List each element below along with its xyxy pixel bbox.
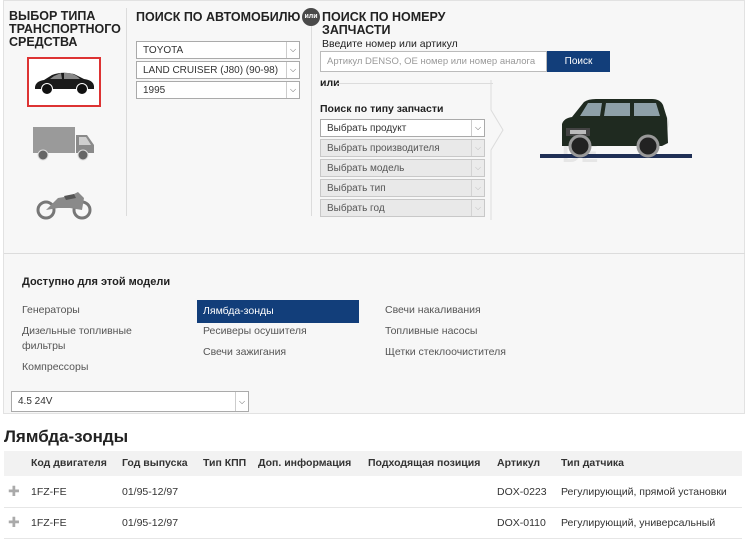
col-sensor-type: Тип датчика bbox=[561, 457, 625, 469]
engine-select-value: 4.5 24V bbox=[18, 396, 53, 407]
by-auto-title: ПОИСК ПО АВТОМОБИЛЮ bbox=[136, 10, 301, 24]
column-divider bbox=[126, 8, 127, 216]
chevron-down-icon: ⌵ bbox=[471, 200, 484, 216]
vehicle-type-motorcycle-button[interactable] bbox=[27, 178, 101, 228]
chevron-down-icon: ⌵ bbox=[286, 42, 299, 58]
col-year: Год выпуска bbox=[122, 457, 188, 469]
year-select[interactable]: 1995 ⌵ bbox=[136, 81, 300, 99]
model-type-select[interactable]: Выбрать модель ⌵ bbox=[320, 159, 485, 177]
model-select[interactable]: LAND CRUISER (J80) (90-98) ⌵ bbox=[136, 61, 300, 79]
make-select-value: TOYOTA bbox=[143, 45, 184, 56]
make-select[interactable]: TOYOTA ⌵ bbox=[136, 41, 300, 59]
cell-article[interactable]: DOX-0223 bbox=[497, 486, 547, 498]
model-select-value: LAND CRUISER (J80) (90-98) bbox=[143, 65, 279, 76]
cell-years: 01/95-12/97 bbox=[122, 517, 179, 529]
category-spark-plugs[interactable]: Свечи зажигания bbox=[203, 345, 286, 360]
col-article: Артикул bbox=[497, 457, 541, 469]
part-number-search-input[interactable]: Артикул DENSO, OE номер или номер аналог… bbox=[320, 51, 547, 72]
panel-arrow-divider bbox=[490, 80, 504, 220]
cell-sensor-type: Регулирующий, универсальный bbox=[561, 517, 716, 529]
vehicle-type-car-button[interactable] bbox=[27, 57, 101, 107]
col-position: Подходящая позиция bbox=[368, 457, 481, 469]
motorcycle-icon bbox=[36, 192, 92, 220]
table-row[interactable]: ✚ 1FZ-FE 01/95-12/97 DOX-0223 Регулирующ… bbox=[4, 477, 742, 508]
manufacturer-select-value: Выбрать производителя bbox=[327, 143, 440, 154]
category-lambda-sensors[interactable]: Лямбда-зонды bbox=[197, 300, 359, 323]
type-select-value: Выбрать тип bbox=[327, 183, 386, 194]
vehicle-type-title-line-3: СРЕДСТВА bbox=[9, 35, 78, 49]
chevron-down-icon: ⌵ bbox=[235, 392, 248, 411]
truck-icon bbox=[33, 127, 94, 161]
table-header: Код двигателя Год выпуска Тип КПП Доп. и… bbox=[4, 451, 742, 476]
by-part-type-title: Поиск по типу запчасти bbox=[320, 103, 444, 115]
cell-engine: 1FZ-FE bbox=[31, 517, 67, 529]
engine-select[interactable]: 4.5 24V ⌵ bbox=[11, 391, 249, 412]
available-title: Доступно для этой модели bbox=[22, 276, 171, 288]
category-receiver-driers[interactable]: Ресиверы осушителя bbox=[203, 324, 307, 339]
col-gearbox: Тип КПП bbox=[203, 457, 247, 469]
expand-plus-icon[interactable]: ✚ bbox=[8, 514, 20, 531]
chevron-down-icon: ⌵ bbox=[471, 160, 484, 176]
panel-divider bbox=[4, 253, 745, 254]
category-glow-plugs[interactable]: Свечи накаливания bbox=[385, 303, 481, 318]
cell-article[interactable]: DOX-0110 bbox=[497, 517, 546, 529]
category-wiper-blades[interactable]: Щетки стеклоочистителя bbox=[385, 345, 506, 360]
expand-plus-icon[interactable]: ✚ bbox=[8, 483, 20, 500]
model-type-select-value: Выбрать модель bbox=[327, 163, 405, 174]
vehicle-photo: O DE bbox=[540, 99, 692, 164]
year-select-value: 1995 bbox=[143, 85, 166, 96]
chevron-down-icon: ⌵ bbox=[471, 180, 484, 196]
category-fuel-pumps[interactable]: Топливные насосы bbox=[385, 324, 477, 339]
vehicle-type-title: ВЫБОР ТИПА ТРАНСПОРТНОГО СРЕДСТВА bbox=[9, 10, 121, 49]
by-number-prompt: Введите номер или артикул bbox=[322, 38, 458, 50]
table-row[interactable]: ✚ 1FZ-FE 01/95-12/97 DOX-0110 Регулирующ… bbox=[4, 508, 742, 539]
cell-years: 01/95-12/97 bbox=[122, 486, 179, 498]
column-divider bbox=[311, 26, 312, 216]
or-badge: или bbox=[302, 8, 320, 26]
car-icon bbox=[35, 72, 94, 95]
category-generators[interactable]: Генераторы bbox=[22, 303, 80, 318]
search-button[interactable]: Поиск bbox=[547, 51, 610, 72]
col-engine-code: Код двигателя bbox=[31, 457, 107, 469]
year-type-select[interactable]: Выбрать год ⌵ bbox=[320, 199, 485, 217]
chevron-down-icon: ⌵ bbox=[286, 62, 299, 78]
vehicle-type-truck-button[interactable] bbox=[27, 117, 101, 167]
chevron-down-icon: ⌵ bbox=[286, 82, 299, 98]
category-diesel-fuel-filters[interactable]: Дизельные топливные bbox=[22, 324, 132, 339]
type-select[interactable]: Выбрать тип ⌵ bbox=[320, 179, 485, 197]
results-title: Лямбда-зонды bbox=[4, 427, 129, 446]
by-number-title-line-2: ЗАПЧАСТИ bbox=[322, 23, 391, 37]
year-type-select-value: Выбрать год bbox=[327, 203, 385, 214]
chevron-down-icon: ⌵ bbox=[471, 120, 484, 136]
cell-sensor-type: Регулирующий, прямой установки bbox=[561, 486, 727, 498]
category-diesel-fuel-filters-cont[interactable]: фильтры bbox=[22, 339, 65, 354]
col-info: Доп. информация bbox=[258, 457, 352, 469]
chevron-down-icon: ⌵ bbox=[471, 140, 484, 156]
product-select-value: Выбрать продукт bbox=[327, 123, 407, 134]
product-select[interactable]: Выбрать продукт ⌵ bbox=[320, 119, 485, 137]
category-compressors[interactable]: Компрессоры bbox=[22, 360, 88, 375]
cell-engine: 1FZ-FE bbox=[31, 486, 67, 498]
or-divider bbox=[337, 83, 493, 84]
manufacturer-select[interactable]: Выбрать производителя ⌵ bbox=[320, 139, 485, 157]
